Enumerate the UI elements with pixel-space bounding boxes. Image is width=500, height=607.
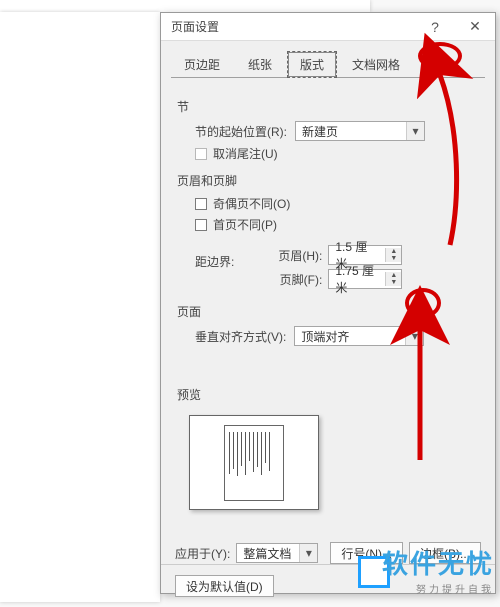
- watermark: 软件无忧 努力提升自我: [382, 544, 494, 596]
- suppress-endnote-label: 取消尾注(U): [213, 145, 278, 162]
- section-start-label: 节的起始位置(R):: [195, 123, 287, 140]
- help-icon: ?: [431, 19, 439, 35]
- background-doc-top: [0, 0, 370, 12]
- tab-paper[interactable]: 纸张: [235, 51, 285, 78]
- vertical-align-label: 垂直对齐方式(V):: [195, 328, 286, 345]
- close-button[interactable]: ✕: [455, 13, 495, 41]
- tab-margins[interactable]: 页边距: [171, 51, 233, 78]
- page-group-label: 页面: [177, 303, 479, 320]
- header-footer-group-label: 页眉和页脚: [177, 172, 479, 189]
- watermark-title: 软件无忧: [382, 544, 494, 581]
- footer-distance-value: 1.75 厘米: [329, 262, 385, 296]
- page-setup-dialog: 页面设置 ? ✕ 页边距 纸张 版式 文档网格 节 节的起始位置(R): 新建页…: [160, 12, 496, 594]
- help-button[interactable]: ?: [415, 13, 455, 41]
- chevron-down-icon: ▾: [405, 327, 423, 345]
- preview-page-icon: [224, 425, 284, 501]
- set-default-button[interactable]: 设为默认值(D): [175, 575, 274, 597]
- tab-layout[interactable]: 版式: [287, 51, 337, 78]
- titlebar: 页面设置 ? ✕: [161, 13, 495, 41]
- chevron-down-icon: ▾: [299, 544, 317, 562]
- odd-even-checkbox[interactable]: [195, 198, 207, 210]
- first-page-checkbox[interactable]: [195, 219, 207, 231]
- vertical-align-value: 顶端对齐: [301, 328, 349, 345]
- odd-even-label: 奇偶页不同(O): [213, 195, 290, 212]
- caret-down-icon: ▼: [386, 255, 401, 262]
- tab-strip: 页边距 纸张 版式 文档网格: [161, 41, 495, 78]
- footer-distance-label: 页脚(F):: [270, 271, 322, 288]
- chevron-down-icon: ▾: [406, 122, 424, 140]
- distance-label: 距边界:: [195, 241, 234, 270]
- dialog-title: 页面设置: [171, 18, 415, 35]
- suppress-endnote-checkbox: [195, 148, 207, 160]
- apply-to-select[interactable]: 整篇文档 ▾: [236, 543, 318, 563]
- close-icon: ✕: [469, 18, 481, 35]
- watermark-subtitle: 努力提升自我: [382, 581, 494, 596]
- caret-down-icon: ▼: [386, 279, 401, 286]
- section-group-label: 节: [177, 98, 479, 115]
- preview-group-label: 预览: [177, 386, 479, 403]
- vertical-align-select[interactable]: 顶端对齐 ▾: [294, 326, 424, 346]
- background-doc-left: [0, 12, 160, 602]
- header-distance-label: 页眉(H):: [270, 247, 322, 264]
- apply-to-label: 应用于(Y):: [175, 545, 230, 562]
- section-start-select[interactable]: 新建页 ▾: [295, 121, 425, 141]
- first-page-label: 首页不同(P): [213, 216, 277, 233]
- caret-up-icon: ▲: [386, 248, 401, 255]
- dialog-content: 节 节的起始位置(R): 新建页 ▾ 取消尾注(U) 页眉和页脚 奇偶页不同(O…: [161, 78, 495, 534]
- apply-to-value: 整篇文档: [243, 545, 291, 562]
- tab-document-grid[interactable]: 文档网格: [339, 51, 413, 78]
- footer-distance-spinner[interactable]: 1.75 厘米 ▲▼: [328, 269, 402, 289]
- preview-box: [189, 415, 319, 510]
- section-start-value: 新建页: [302, 123, 338, 140]
- caret-up-icon: ▲: [386, 272, 401, 279]
